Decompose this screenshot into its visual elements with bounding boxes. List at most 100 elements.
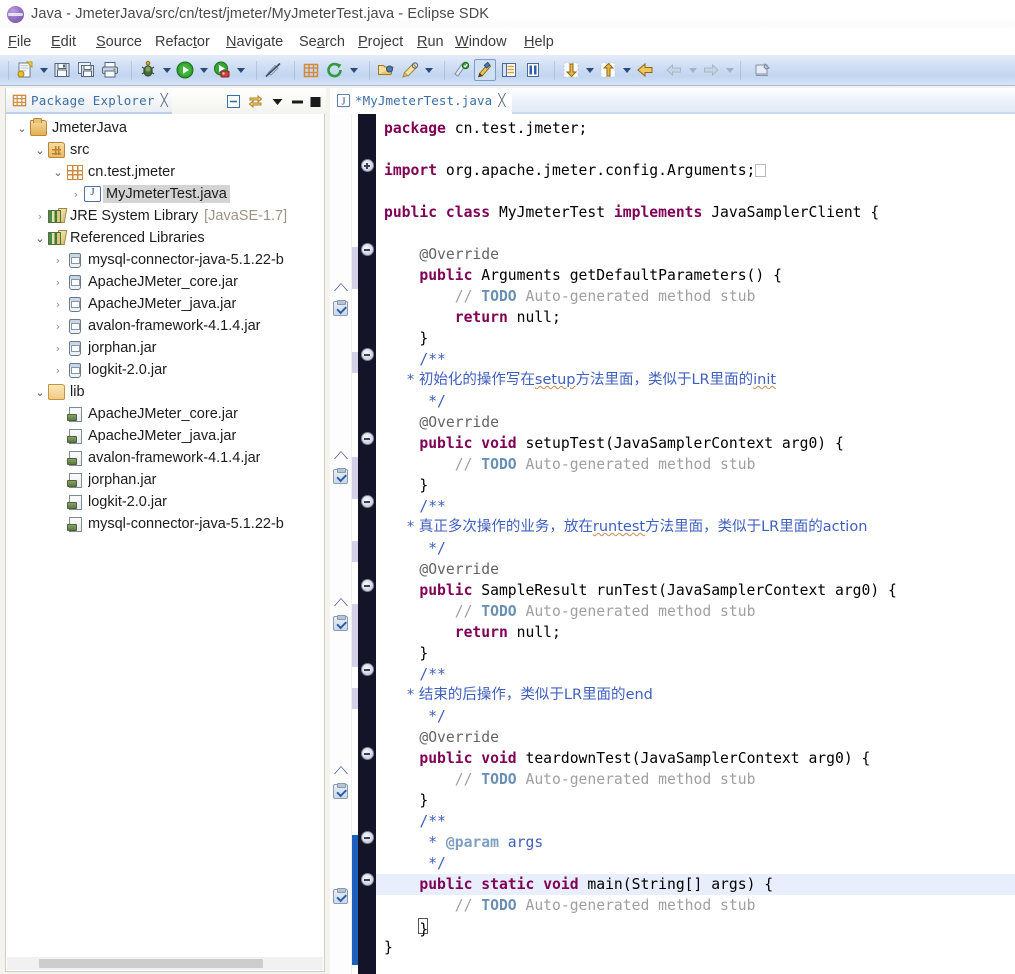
open-type-button[interactable] bbox=[375, 59, 397, 81]
new-wizard-button[interactable] bbox=[14, 59, 36, 81]
last-edit-location-button[interactable] bbox=[634, 59, 656, 81]
new-java-class-dropdown[interactable] bbox=[347, 59, 360, 81]
next-annotation-button[interactable] bbox=[560, 59, 582, 81]
fold-collapse-icon[interactable] bbox=[360, 432, 374, 445]
fold-collapse-icon[interactable] bbox=[360, 831, 374, 844]
menu-edit[interactable]: Edit bbox=[51, 34, 85, 50]
fold-collapse-icon[interactable] bbox=[360, 495, 374, 508]
debug-button[interactable] bbox=[137, 59, 159, 81]
tree-item-src[interactable]: ⌄ src bbox=[6, 139, 324, 161]
tree-item-jar[interactable]: › mysql-connector-java-5.1.22-b bbox=[6, 249, 324, 271]
expand-chevron-icon[interactable]: ⌄ bbox=[50, 166, 66, 179]
collapse-chevron-icon[interactable]: › bbox=[32, 210, 48, 223]
run-button[interactable] bbox=[174, 59, 196, 81]
todo-task-marker-icon[interactable] bbox=[333, 615, 348, 631]
forward-button[interactable] bbox=[700, 59, 722, 81]
todo-task-marker-icon[interactable] bbox=[333, 888, 348, 904]
fold-collapse-icon[interactable] bbox=[360, 663, 374, 676]
scrollbar-thumb[interactable] bbox=[39, 959, 263, 968]
collapse-chevron-icon[interactable]: › bbox=[50, 298, 66, 311]
pin-editor-button[interactable] bbox=[751, 59, 773, 81]
collapse-all-icon[interactable] bbox=[225, 93, 242, 110]
menu-help[interactable]: Help bbox=[524, 34, 556, 50]
list-item-file[interactable]: mysql-connector-java-5.1.22-b bbox=[6, 513, 324, 535]
tab-package-explorer[interactable]: Package Explorer ╳ bbox=[6, 88, 172, 114]
collapse-chevron-icon[interactable]: › bbox=[68, 188, 84, 201]
forward-dropdown[interactable] bbox=[723, 59, 736, 81]
close-icon[interactable]: ╳ bbox=[161, 93, 168, 107]
warning-marker-icon[interactable] bbox=[333, 280, 349, 296]
tab-myjmetertest-java[interactable]: J *MyJmeterTest.java ╳ bbox=[330, 88, 512, 114]
tree-item-jre-system-library[interactable]: › JRE System Library [JavaSE-1.7] bbox=[6, 205, 324, 227]
editor-folding-ruler[interactable] bbox=[358, 114, 376, 974]
menu-search[interactable]: Search bbox=[299, 34, 347, 50]
external-tools-dropdown[interactable] bbox=[234, 59, 247, 81]
fold-collapse-icon[interactable] bbox=[360, 747, 374, 760]
expand-chevron-icon[interactable]: ⌄ bbox=[32, 386, 48, 399]
menu-source[interactable]: Source bbox=[96, 34, 144, 50]
fold-expand-icon[interactable] bbox=[360, 159, 374, 172]
collapse-chevron-icon[interactable]: › bbox=[50, 364, 66, 377]
package-explorer-tree[interactable]: ⌄ JmeterJava ⌄ src ⌄ cn.test.jmeter › My… bbox=[6, 114, 324, 957]
skip-breakpoints-button[interactable] bbox=[262, 59, 284, 81]
outline-view-button[interactable] bbox=[498, 59, 520, 81]
minimize-icon[interactable] bbox=[291, 93, 304, 110]
expand-chevron-icon[interactable]: ⌄ bbox=[32, 144, 48, 157]
tree-item-lib[interactable]: ⌄ lib bbox=[6, 381, 324, 403]
run-dropdown[interactable] bbox=[197, 59, 210, 81]
prev-annotation-dropdown[interactable] bbox=[620, 59, 633, 81]
expand-chevron-icon[interactable]: ⌄ bbox=[14, 122, 30, 135]
fold-collapse-icon[interactable] bbox=[360, 348, 374, 361]
back-dropdown[interactable] bbox=[686, 59, 699, 81]
search-button[interactable] bbox=[399, 59, 421, 81]
todo-task-marker-icon[interactable] bbox=[333, 783, 348, 799]
collapse-chevron-icon[interactable]: › bbox=[50, 342, 66, 355]
collapse-chevron-icon[interactable]: › bbox=[50, 276, 66, 289]
fold-collapse-icon[interactable] bbox=[360, 579, 374, 592]
todo-task-marker-icon[interactable] bbox=[333, 300, 348, 316]
tree-item-jar[interactable]: › logkit-2.0.jar bbox=[6, 359, 324, 381]
fold-collapse-icon[interactable] bbox=[360, 873, 374, 886]
back-button[interactable] bbox=[663, 59, 685, 81]
folded-imports-box-icon[interactable] bbox=[755, 164, 767, 177]
menu-file[interactable]: File bbox=[8, 34, 40, 50]
link-editor-icon[interactable] bbox=[247, 93, 264, 110]
save-all-button[interactable] bbox=[75, 59, 97, 81]
task-list-button[interactable] bbox=[522, 59, 544, 81]
fold-collapse-icon[interactable] bbox=[360, 243, 374, 256]
warning-marker-icon[interactable] bbox=[333, 763, 349, 779]
code-text-area[interactable]: package cn.test.jmeter; import org.apach… bbox=[376, 114, 1015, 974]
tree-item-jar[interactable]: › ApacheJMeter_java.jar bbox=[6, 293, 324, 315]
list-item-file[interactable]: ApacheJMeter_java.jar bbox=[6, 425, 324, 447]
list-item-file[interactable]: logkit-2.0.jar bbox=[6, 491, 324, 513]
tree-item-jmeterjava[interactable]: ⌄ JmeterJava bbox=[6, 117, 324, 139]
new-wizard-dropdown[interactable] bbox=[37, 59, 50, 81]
external-tools-button[interactable] bbox=[211, 59, 233, 81]
menu-refactor[interactable]: Refactor bbox=[155, 34, 215, 50]
package-explorer-horizontal-scrollbar[interactable] bbox=[7, 957, 323, 970]
todo-task-marker-icon[interactable] bbox=[333, 468, 348, 484]
menu-run[interactable]: Run bbox=[417, 34, 444, 50]
warning-marker-icon[interactable] bbox=[333, 595, 349, 611]
tree-item-cn-test-jmeter[interactable]: ⌄ cn.test.jmeter bbox=[6, 161, 324, 183]
list-item-file[interactable]: jorphan.jar bbox=[6, 469, 324, 491]
menu-window[interactable]: Window bbox=[455, 34, 513, 50]
debug-dropdown[interactable] bbox=[160, 59, 173, 81]
maximize-icon[interactable] bbox=[309, 93, 322, 110]
prev-annotation-button[interactable] bbox=[597, 59, 619, 81]
tree-item-myjmetertest-java[interactable]: › MyJmeterTest.java bbox=[6, 183, 324, 205]
next-annotation-dropdown[interactable] bbox=[583, 59, 596, 81]
java-perspective-button[interactable] bbox=[474, 59, 496, 81]
view-menu-chevron-down-icon[interactable] bbox=[269, 93, 286, 110]
search-dropdown[interactable] bbox=[422, 59, 435, 81]
warning-marker-icon[interactable] bbox=[333, 448, 349, 464]
toggle-mark-occurrences-button[interactable] bbox=[450, 59, 472, 81]
editor-annotation-ruler[interactable] bbox=[330, 114, 352, 974]
list-item-file[interactable]: avalon-framework-4.1.4.jar bbox=[6, 447, 324, 469]
close-icon[interactable]: ╳ bbox=[498, 93, 505, 107]
menu-project[interactable]: Project bbox=[358, 34, 406, 50]
expand-chevron-icon[interactable]: ⌄ bbox=[32, 232, 48, 245]
list-item-file[interactable]: ApacheJMeter_core.jar bbox=[6, 403, 324, 425]
new-java-class-button[interactable] bbox=[324, 59, 346, 81]
menu-navigate[interactable]: Navigate bbox=[226, 34, 288, 50]
